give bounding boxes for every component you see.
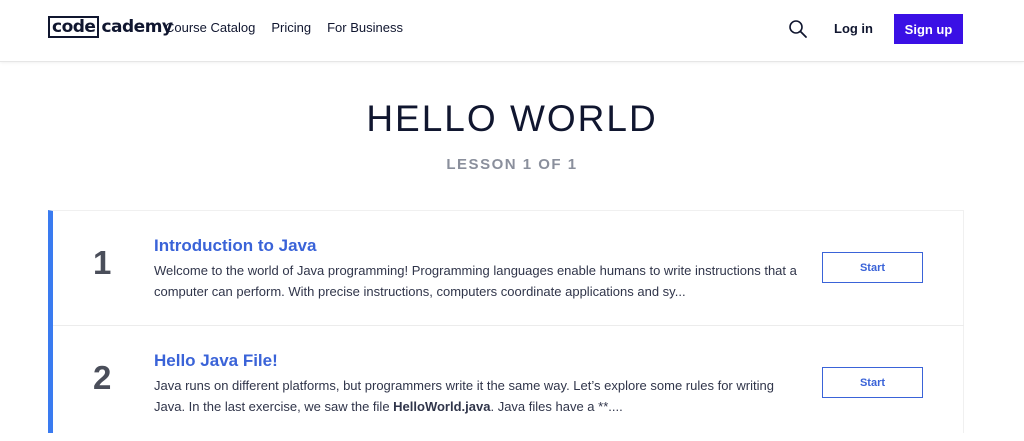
lesson-number: 1 (93, 244, 112, 281)
lesson-description-tail: . Java files have a **.... (490, 399, 623, 414)
start-button[interactable]: Start (822, 367, 923, 398)
codecademy-logo[interactable]: code cademy (48, 15, 173, 39)
lesson-title-link[interactable]: Introduction to Java (154, 236, 316, 256)
search-icon[interactable] (788, 19, 808, 39)
lesson-number: 2 (93, 359, 112, 396)
page-title: HELLO WORLD (366, 98, 658, 139)
lesson-filename: HelloWorld.java (393, 399, 491, 414)
main-nav: Course Catalog Pricing For Business (165, 20, 403, 35)
start-button[interactable]: Start (822, 252, 923, 283)
signup-button[interactable]: Sign up (894, 14, 963, 44)
nav-pricing[interactable]: Pricing (271, 20, 311, 35)
lesson-description: Java runs on different platforms, but pr… (154, 375, 804, 417)
site-header: code cademy Course Catalog Pricing For B… (0, 0, 1024, 62)
nav-course-catalog[interactable]: Course Catalog (165, 20, 255, 35)
lesson-row: 2 Hello Java File! Java runs on differen… (53, 326, 964, 441)
login-link[interactable]: Log in (834, 21, 873, 36)
lesson-description: Welcome to the world of Java programming… (154, 263, 797, 299)
logo-rest-text: cademy (101, 17, 173, 37)
lesson-count: LESSON 1 OF 1 (446, 156, 578, 173)
lesson-title-link[interactable]: Hello Java File! (154, 351, 278, 371)
lesson-list: 1 Introduction to Java Welcome to the wo… (48, 210, 964, 433)
lesson-row: 1 Introduction to Java Welcome to the wo… (53, 211, 964, 326)
nav-for-business[interactable]: For Business (327, 20, 403, 35)
logo-code-box: code (48, 16, 100, 38)
